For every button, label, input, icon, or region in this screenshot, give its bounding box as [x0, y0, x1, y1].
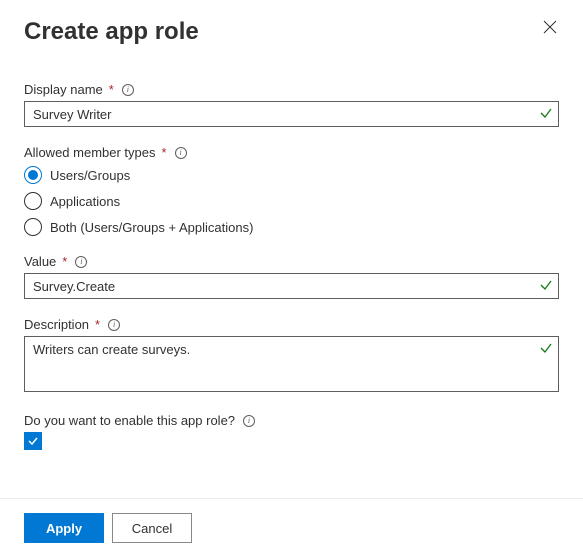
enable-role-checkbox[interactable] — [24, 432, 42, 450]
value-label: Value — [24, 254, 56, 269]
radio-users-groups[interactable]: Users/Groups — [24, 166, 559, 184]
description-input[interactable] — [24, 336, 559, 392]
field-description: Description * i — [24, 317, 559, 395]
allowed-member-types-label: Allowed member types — [24, 145, 156, 160]
value-input[interactable] — [24, 273, 559, 299]
radio-both[interactable]: Both (Users/Groups + Applications) — [24, 218, 559, 236]
radio-icon — [24, 192, 42, 210]
check-icon — [27, 435, 39, 447]
radio-applications[interactable]: Applications — [24, 192, 559, 210]
info-icon[interactable]: i — [243, 415, 255, 427]
cancel-button[interactable]: Cancel — [112, 513, 192, 543]
close-button[interactable] — [541, 18, 559, 36]
field-value: Value * i — [24, 254, 559, 299]
page-title: Create app role — [24, 18, 199, 46]
radio-icon — [24, 166, 42, 184]
info-icon[interactable]: i — [122, 84, 134, 96]
footer: Apply Cancel — [0, 498, 583, 557]
field-allowed-member-types: Allowed member types * i Users/Groups Ap… — [24, 145, 559, 236]
required-indicator: * — [62, 254, 67, 269]
check-icon — [539, 106, 553, 120]
field-display-name: Display name * i — [24, 82, 559, 127]
field-enable-role: Do you want to enable this app role? i — [24, 413, 559, 450]
info-icon[interactable]: i — [108, 319, 120, 331]
required-indicator: * — [95, 317, 100, 332]
radio-label: Users/Groups — [50, 168, 130, 183]
required-indicator: * — [109, 82, 114, 97]
required-indicator: * — [162, 145, 167, 160]
check-icon — [539, 278, 553, 292]
display-name-input[interactable] — [24, 101, 559, 127]
enable-role-label: Do you want to enable this app role? — [24, 413, 235, 428]
info-icon[interactable]: i — [75, 256, 87, 268]
info-icon[interactable]: i — [175, 147, 187, 159]
display-name-label: Display name — [24, 82, 103, 97]
radio-label: Applications — [50, 194, 120, 209]
radio-icon — [24, 218, 42, 236]
radio-label: Both (Users/Groups + Applications) — [50, 220, 253, 235]
apply-button[interactable]: Apply — [24, 513, 104, 543]
check-icon — [539, 341, 553, 355]
close-icon — [543, 20, 557, 34]
description-label: Description — [24, 317, 89, 332]
